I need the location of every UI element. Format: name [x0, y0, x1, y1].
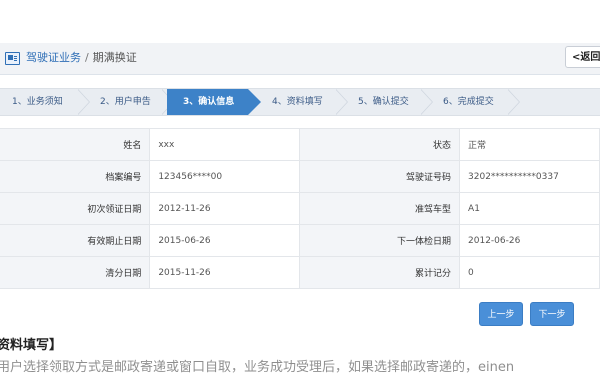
table-row: 清分日期 2015-11-26 累计记分 0 [0, 256, 600, 289]
table-row: 有效期止日期 2015-06-26 下一体检日期 2012-06-26 [0, 224, 600, 257]
label-first-issue-date: 初次领证日期 [0, 192, 150, 225]
id-card-icon [5, 52, 20, 65]
table-row: 档案编号 123456****00 驾驶证号码 3202**********03… [0, 160, 600, 193]
table-row: 初次领证日期 2012-11-26 准驾车型 A1 [0, 192, 600, 225]
step-5: 5、确认提交 [358, 97, 409, 107]
label-vehicle-class: 准驾车型 [299, 192, 460, 225]
table-row: 姓名 xxx 状态 正常 [0, 128, 600, 161]
breadcrumb-current: 期满换证 [92, 51, 137, 64]
instruction-paragraph: 用户选择领取方式是邮政寄递或窗口自取，业务成功受理后，如果选择邮政寄递的，ein… [0, 360, 515, 375]
label-file-number: 档案编号 [0, 160, 150, 193]
back-button[interactable]: <返回 [565, 46, 600, 68]
step-divider-icon [77, 89, 92, 115]
info-table: 姓名 xxx 状态 正常 档案编号 123456****00 驾驶证号码 320… [0, 128, 600, 289]
previous-step-button[interactable]: 上一步 [479, 302, 523, 326]
label-clear-date: 清分日期 [0, 256, 150, 289]
breadcrumb-root-link[interactable]: 驾驶证业务 [26, 51, 81, 64]
step-divider-icon [420, 89, 435, 115]
value-license-number: 3202**********0337 [459, 160, 600, 193]
value-file-number: 123456****00 [149, 160, 301, 193]
next-step-button[interactable]: 下一步 [530, 302, 574, 326]
value-status: 正常 [459, 128, 600, 161]
breadcrumb-bar: 驾驶证业务 / 期满换证 [0, 43, 600, 75]
breadcrumb: 驾驶证业务 / 期满换证 [26, 51, 137, 65]
label-total-points: 累计记分 [299, 256, 460, 289]
label-license-number: 驾驶证号码 [299, 160, 460, 193]
label-expiry-date: 有效期止日期 [0, 224, 150, 257]
section-title: 资料填写】 [0, 338, 63, 353]
value-vehicle-class: A1 [459, 192, 600, 225]
step-4: 4、资料填写 [272, 97, 323, 107]
step-1: 1、业务须知 [12, 97, 63, 107]
step-divider-icon [335, 89, 350, 115]
breadcrumb-separator: / [85, 51, 89, 64]
label-name: 姓名 [0, 128, 150, 161]
value-clear-date: 2015-11-26 [149, 256, 301, 289]
label-status: 状态 [299, 128, 460, 161]
step-2: 2、用户申告 [100, 97, 151, 107]
step-progress-bar: 1、业务须知 2、用户申告 3、确认信息 4、资料填写 5、确认提交 6、完成提… [0, 88, 600, 116]
value-next-exam-date: 2012-06-26 [459, 224, 600, 257]
step-6: 6、完成提交 [443, 97, 494, 107]
value-expiry-date: 2015-06-26 [149, 224, 301, 257]
value-total-points: 0 [459, 256, 600, 289]
label-next-exam-date: 下一体检日期 [299, 224, 460, 257]
step-divider-icon [507, 89, 522, 115]
value-first-issue-date: 2012-11-26 [149, 192, 301, 225]
value-name: xxx [149, 128, 301, 161]
step-3-active: 3、确认信息 [167, 89, 261, 115]
